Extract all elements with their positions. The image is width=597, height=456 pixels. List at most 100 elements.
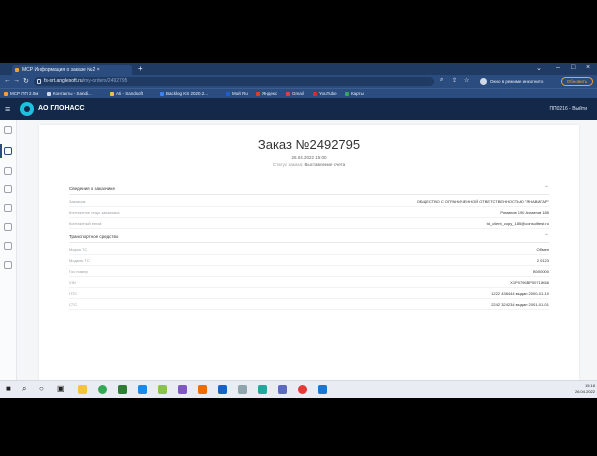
bookmark-item[interactable]: Контакты - Sandi... — [47, 90, 92, 98]
active-marker — [0, 144, 2, 158]
detail-label: СТС — [69, 302, 78, 307]
lock-icon — [37, 79, 41, 84]
detail-label: ПТС — [69, 291, 78, 296]
detail-row: Модель ТС 2 0123 — [69, 256, 549, 266]
incognito-label: Окно в режиме инкогнито — [490, 79, 544, 84]
widgets-icon[interactable]: ▣ — [57, 384, 65, 393]
screen: МСР Информация о заказе №2 × + ⌄ – □ × ←… — [0, 63, 597, 398]
detail-label: VIN — [69, 280, 76, 285]
bookmark-item[interactable]: Карты — [345, 90, 364, 98]
incognito-avatar-icon[interactable] — [480, 78, 487, 85]
detail-label: Контактное лицо заказчика — [69, 210, 120, 215]
tab-title: МСР Информация о заказе №2 × — [22, 67, 100, 73]
chat-icon[interactable] — [4, 185, 12, 193]
address-bar[interactable]: fs-srt.anglesoft.ru/my-orders/2492795 — [34, 77, 434, 86]
back-arrow-icon[interactable]: ← — [4, 77, 11, 84]
order-status: Статус заказа: Выставление счета — [39, 162, 579, 167]
detail-value: В000000 — [532, 269, 549, 274]
favicon-icon — [15, 68, 19, 72]
system-clock[interactable]: 15:18 26.04.2022 — [575, 383, 595, 395]
detail-row: Гос номер В000000 — [69, 267, 549, 277]
detail-value: ОБЩЕСТВО С ОГРАНИЧЕННОЙ ОТВЕТСТВЕННОСТЬЮ… — [416, 199, 549, 204]
close-window-button[interactable]: × — [586, 64, 590, 71]
bookmark-item[interactable]: Backlog KS 2020.2... — [160, 90, 208, 98]
user-logout-link[interactable]: ПП0216 - Выйти — [549, 98, 587, 120]
detail-row: VIN Х1Р0796ВР0071Ж66 — [69, 278, 549, 288]
detail-label: Заказчик — [69, 199, 86, 204]
edit-icon[interactable] — [4, 147, 12, 155]
os-taskbar: ■ ⌕ ○ ▣ 15:18 26.04.2022 — [0, 380, 597, 398]
file-explorer-icon[interactable] — [78, 385, 87, 394]
app-icon[interactable] — [318, 385, 327, 394]
bookmarks-bar: МСР ПП 2.0м Контакты - Sandi... Ati - Sand… — [0, 88, 597, 98]
bookmark-item[interactable]: Ati - Sandsoft — [110, 90, 143, 98]
bookmark-item[interactable]: МСР ПП 2.0м — [4, 90, 38, 98]
order-card: Заказ №2492795 26.04.2022 15:00 Статус з… — [39, 125, 579, 385]
detail-value: 2242 324234 выдан 2001-01-01 — [491, 302, 549, 307]
search-icon[interactable]: ⌕ — [440, 77, 443, 84]
word-icon[interactable] — [218, 385, 227, 394]
app-icon[interactable] — [278, 385, 287, 394]
list-icon[interactable] — [4, 167, 12, 175]
user-icon[interactable] — [4, 223, 12, 231]
teams-icon[interactable] — [178, 385, 187, 394]
browser-toolbar: ← → ↻ fs-srt.anglesoft.ru/my-orders/2492… — [0, 75, 597, 88]
detail-row: Контактное лицо заказчика Романов 190 Ахм… — [69, 208, 549, 218]
search-icon[interactable]: ⌕ — [22, 384, 26, 394]
outlook-icon[interactable] — [138, 385, 147, 394]
browser-tab-strip: МСР Информация о заказе №2 × + ⌄ – □ × — [0, 63, 597, 75]
detail-label: Гос номер — [69, 269, 88, 274]
detail-value: td_client_copy_185@consulttest.ru — [486, 221, 549, 226]
bookmark-item[interactable]: Яндекс — [256, 90, 277, 98]
share-icon[interactable]: ⇪ — [452, 77, 457, 84]
detail-value: Романов 190 Ахматов 185 — [500, 210, 549, 215]
reload-icon[interactable]: ↻ — [23, 77, 29, 85]
main-content: Заказ №2492795 26.04.2022 15:00 Статус з… — [17, 120, 597, 385]
excel-icon[interactable] — [118, 385, 127, 394]
detail-label: Модель ТС — [69, 258, 90, 263]
app-icon[interactable] — [298, 385, 307, 394]
glonass-logo-icon — [20, 102, 34, 116]
app-header: ≡ АО ГЛОНАСС ПП0216 - Выйти — [0, 98, 597, 120]
tab-search-icon[interactable]: ⌄ — [536, 64, 542, 72]
bookmark-item[interactable]: Мой Ru — [226, 90, 248, 98]
app-icon[interactable] — [238, 385, 247, 394]
detail-row: ПТС 1222 438444 выдан 2000-01-10 — [69, 289, 549, 299]
bookmark-star-icon[interactable]: ☆ — [464, 77, 469, 84]
chevron-up-icon[interactable]: ⌃ — [544, 233, 549, 240]
bookmark-item[interactable]: YouTube — [313, 90, 337, 98]
start-icon[interactable]: ■ — [6, 384, 11, 393]
section-header[interactable]: Транспортное средство ⌃ — [69, 233, 549, 243]
left-sidebar — [0, 120, 17, 380]
detail-label: Контактный email — [69, 221, 102, 226]
chrome-icon[interactable] — [98, 385, 107, 394]
detail-label: Марка ТС — [69, 247, 88, 252]
minimize-button[interactable]: – — [556, 64, 560, 71]
section-title: Сведения о заказчике — [69, 186, 115, 191]
task-view-icon[interactable]: ○ — [39, 384, 44, 393]
bookmark-item[interactable]: Gmail — [286, 90, 304, 98]
photos-icon[interactable] — [158, 385, 167, 394]
app-icon[interactable] — [198, 385, 207, 394]
section-title: Транспортное средство — [69, 234, 119, 239]
chevron-up-icon[interactable]: ⌃ — [544, 185, 549, 192]
menu-icon[interactable]: ≡ — [5, 104, 10, 114]
detail-value: 1222 438444 выдан 2000-01-10 — [491, 291, 549, 296]
url-text: fs-srt.anglesoft.ru/my-orders/2492795 — [44, 78, 128, 84]
browser-tab[interactable]: МСР Информация о заказе №2 × — [12, 65, 132, 75]
document-icon[interactable] — [4, 242, 12, 250]
forward-arrow-icon[interactable]: → — [13, 77, 20, 84]
detail-row: Заказчик ОБЩЕСТВО С ОГРАНИЧЕННОЙ ОТВЕТСТВ… — [69, 197, 549, 207]
app-icon[interactable] — [258, 385, 267, 394]
section-header[interactable]: Сведения о заказчике ⌃ — [69, 185, 549, 195]
grid-icon[interactable] — [4, 204, 12, 212]
update-button[interactable]: Обновить — [561, 77, 593, 86]
clock-icon[interactable] — [4, 126, 12, 134]
order-date: 26.04.2022 15:00 — [291, 155, 327, 160]
maximize-button[interactable]: □ — [571, 64, 575, 71]
brand-name: АО ГЛОНАСС — [38, 105, 85, 112]
detail-value: 2 0123 — [536, 258, 549, 263]
order-title: Заказ №2492795 — [257, 137, 361, 152]
new-tab-button[interactable]: + — [138, 64, 143, 73]
settings-icon[interactable] — [4, 261, 12, 269]
